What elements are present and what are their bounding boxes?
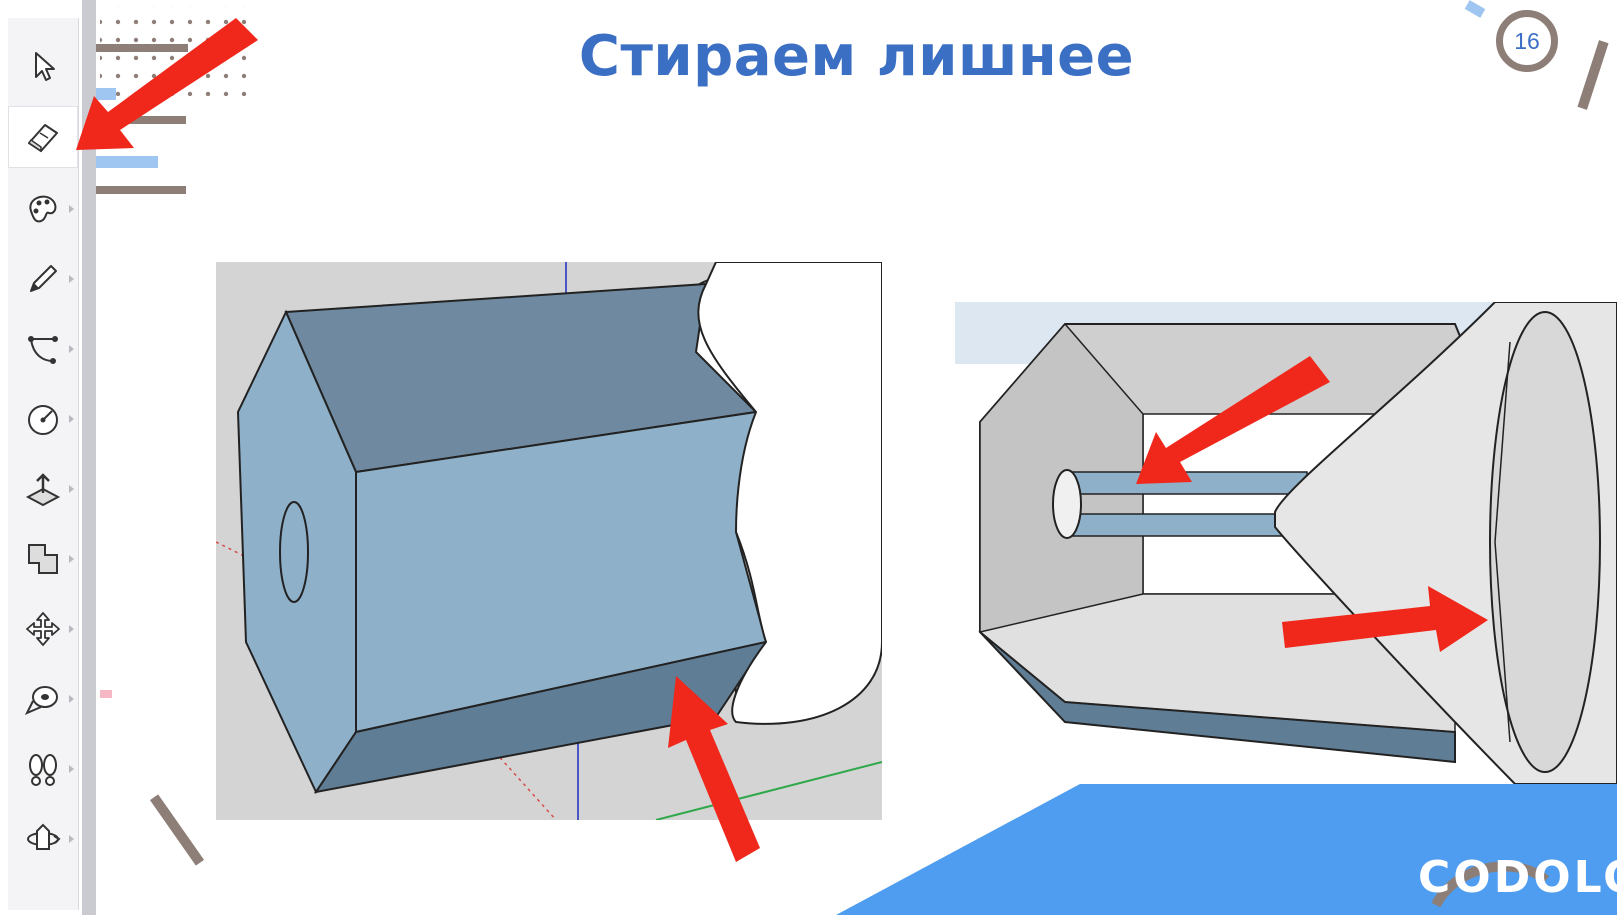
arrow-to-eraser — [76, 18, 258, 150]
arrow-to-rods — [1136, 356, 1330, 484]
arrow-to-bottom-edge — [668, 676, 760, 862]
arrow-to-funnel-edge — [1282, 586, 1488, 652]
red-arrows-overlay — [76, 18, 1488, 862]
